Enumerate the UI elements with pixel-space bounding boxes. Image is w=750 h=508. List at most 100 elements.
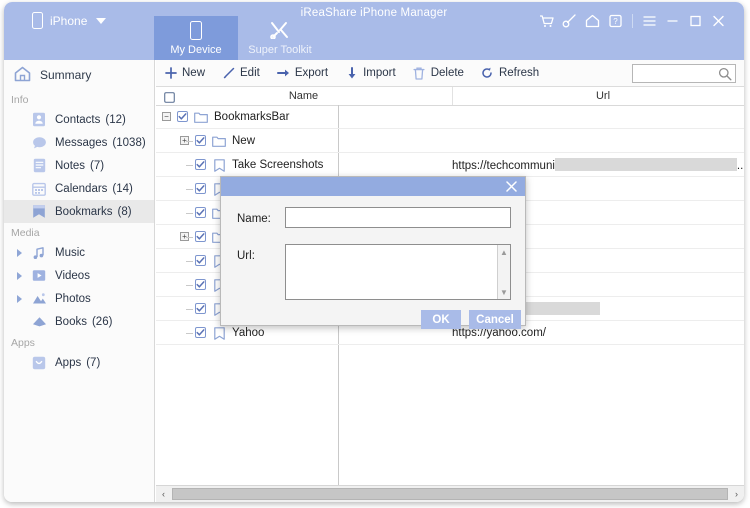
row-name: BookmarksBar bbox=[214, 110, 290, 123]
dialog-close-icon[interactable] bbox=[501, 177, 521, 196]
sidebar-item-contacts-label: Contacts bbox=[55, 113, 101, 126]
refresh-button[interactable]: Refresh bbox=[481, 67, 539, 80]
sidebar-item-photos[interactable]: Photos bbox=[4, 287, 154, 310]
bookmark-icon bbox=[212, 158, 226, 172]
device-selector[interactable]: iPhone bbox=[32, 12, 107, 29]
row-name: Take Screenshots bbox=[232, 158, 324, 171]
tree-stub bbox=[186, 333, 193, 334]
sidebar-section-info: Info bbox=[11, 94, 29, 106]
row-checkbox[interactable] bbox=[177, 111, 188, 122]
sidebar: Summary Info Contacts (12) Messages (103… bbox=[4, 60, 155, 502]
edit-button-label: Edit bbox=[240, 67, 260, 79]
bookmark-icon bbox=[31, 204, 47, 220]
row-checkbox[interactable] bbox=[195, 135, 206, 146]
sidebar-section-apps: Apps bbox=[11, 337, 35, 349]
table-row[interactable]: − BookmarksBar bbox=[156, 105, 744, 129]
row-checkbox[interactable] bbox=[195, 279, 206, 290]
redacted-url bbox=[554, 157, 737, 171]
app-icon bbox=[31, 355, 47, 371]
row-checkbox[interactable] bbox=[195, 255, 206, 266]
sidebar-item-summary[interactable]: Summary bbox=[4, 60, 154, 90]
video-icon bbox=[31, 268, 47, 284]
home-icon bbox=[14, 66, 31, 85]
sidebar-item-bookmarks-label: Bookmarks bbox=[55, 205, 113, 218]
sidebar-item-messages[interactable]: Messages (1038) bbox=[4, 131, 154, 154]
chevron-right-icon[interactable] bbox=[17, 294, 22, 303]
sidebar-item-calendars[interactable]: Calendars (14) bbox=[4, 177, 154, 200]
tab-bar: My Device Super Toolkit bbox=[154, 16, 322, 60]
new-button[interactable]: New bbox=[164, 67, 205, 80]
import-button-label: Import bbox=[363, 67, 396, 79]
tree-stub bbox=[186, 237, 193, 238]
url-field-scrollbar[interactable]: ▲ ▼ bbox=[497, 245, 510, 299]
refresh-button-label: Refresh bbox=[498, 67, 540, 79]
sidebar-item-summary-label: Summary bbox=[40, 68, 92, 82]
help-icon[interactable]: ? bbox=[604, 11, 627, 31]
sidebar-item-videos[interactable]: Videos bbox=[4, 264, 154, 287]
tab-my-device[interactable]: My Device bbox=[154, 16, 238, 60]
cancel-button[interactable]: Cancel bbox=[469, 310, 521, 329]
scrollbar-thumb[interactable] bbox=[172, 488, 728, 500]
chevron-right-icon[interactable] bbox=[17, 271, 22, 280]
edit-button[interactable]: Edit bbox=[222, 67, 260, 80]
horizontal-scrollbar[interactable]: ‹ › bbox=[156, 485, 744, 502]
import-button[interactable]: Import bbox=[345, 66, 396, 80]
ok-button[interactable]: OK bbox=[421, 310, 461, 329]
folder-icon bbox=[212, 134, 226, 148]
tools-icon bbox=[270, 16, 290, 44]
row-checkbox[interactable] bbox=[195, 303, 206, 314]
sidebar-item-books[interactable]: Books (26) bbox=[4, 310, 154, 333]
scroll-down-icon[interactable]: ▼ bbox=[498, 286, 510, 298]
contact-icon bbox=[31, 112, 47, 128]
svg-text:?: ? bbox=[613, 17, 618, 26]
sidebar-item-calendars-label: Calendars bbox=[55, 182, 108, 195]
delete-button[interactable]: Delete bbox=[413, 67, 464, 80]
url-field[interactable] bbox=[286, 245, 497, 299]
sidebar-item-apps[interactable]: Apps (7) bbox=[4, 351, 154, 374]
menu-icon[interactable] bbox=[638, 11, 661, 31]
scroll-up-icon[interactable]: ▲ bbox=[498, 246, 510, 258]
row-checkbox[interactable] bbox=[195, 207, 206, 218]
row-checkbox[interactable] bbox=[195, 183, 206, 194]
bookmark-icon bbox=[212, 326, 226, 340]
name-field[interactable] bbox=[285, 207, 511, 228]
column-header-url[interactable]: Url bbox=[452, 87, 744, 105]
search-box[interactable] bbox=[632, 64, 736, 83]
maximize-icon[interactable] bbox=[684, 11, 707, 31]
tree-stub bbox=[186, 141, 193, 142]
search-input[interactable] bbox=[633, 65, 715, 82]
trash-icon bbox=[413, 67, 426, 80]
scroll-right-icon[interactable]: › bbox=[729, 486, 744, 502]
row-checkbox[interactable] bbox=[195, 327, 206, 338]
sidebar-item-bookmarks[interactable]: Bookmarks (8) bbox=[4, 200, 154, 223]
close-icon[interactable] bbox=[707, 11, 730, 31]
key-icon[interactable] bbox=[558, 11, 581, 31]
cart-icon[interactable] bbox=[535, 11, 558, 31]
home-icon[interactable] bbox=[581, 11, 604, 31]
tab-super-toolkit[interactable]: Super Toolkit bbox=[238, 16, 322, 60]
search-icon[interactable] bbox=[715, 67, 735, 81]
export-button[interactable]: Export bbox=[276, 67, 328, 80]
sidebar-item-books-label: Books bbox=[55, 315, 87, 328]
row-checkbox[interactable] bbox=[195, 159, 206, 170]
collapse-icon[interactable]: − bbox=[162, 112, 171, 121]
row-checkbox[interactable] bbox=[195, 231, 206, 242]
row-name: Yahoo bbox=[232, 326, 265, 339]
sidebar-item-contacts-count: (12) bbox=[105, 113, 126, 126]
table-row[interactable]: Take Screenshots https://techcommuni.. bbox=[156, 153, 744, 177]
device-label: iPhone bbox=[50, 13, 88, 28]
tab-super-toolkit-label: Super Toolkit bbox=[248, 44, 312, 56]
sidebar-item-notes[interactable]: Notes (7) bbox=[4, 154, 154, 177]
minimize-icon[interactable] bbox=[661, 11, 684, 31]
sidebar-item-music[interactable]: Music bbox=[4, 241, 154, 264]
scroll-left-icon[interactable]: ‹ bbox=[156, 486, 171, 502]
table-row[interactable]: + New bbox=[156, 129, 744, 153]
chevron-right-icon[interactable] bbox=[17, 248, 22, 257]
sidebar-item-contacts[interactable]: Contacts (12) bbox=[4, 108, 154, 131]
edit-bookmark-dialog: Name: Url: ▲ ▼ OK Cancel bbox=[220, 176, 526, 329]
column-header-name[interactable]: Name bbox=[156, 87, 451, 105]
sidebar-item-videos-label: Videos bbox=[55, 269, 90, 282]
url-field-wrapper[interactable]: ▲ ▼ bbox=[285, 244, 511, 300]
row-name: New bbox=[232, 134, 256, 147]
sidebar-item-music-label: Music bbox=[55, 246, 86, 259]
